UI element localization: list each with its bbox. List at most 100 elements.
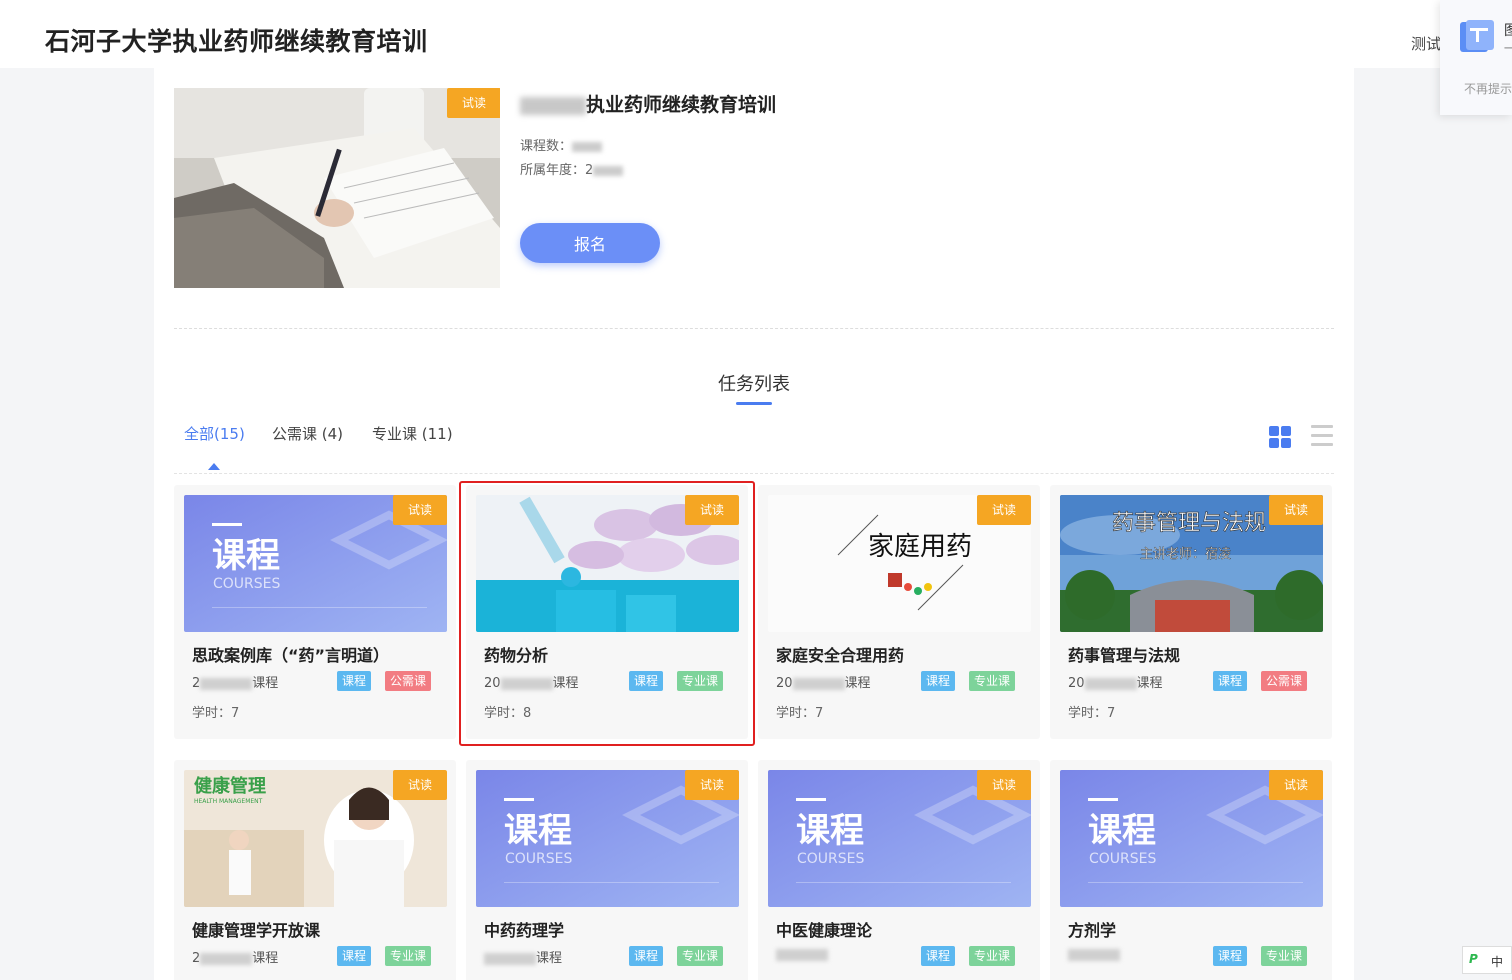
tag-badge: 专业课 <box>969 946 1016 966</box>
image-course-title: 健康管理 <box>194 775 266 797</box>
redacted-text <box>200 677 253 690</box>
top-bar: 石河子大学执业药师继续教育培训 测试 <box>0 0 1512 68</box>
redacted-text <box>1068 948 1120 961</box>
card-title[interactable]: 药事管理与法规 <box>1068 642 1180 666</box>
tag-badge: 课程 <box>629 946 664 966</box>
placeholder-text-cn: 课程 <box>504 811 572 851</box>
ime-indicator[interactable]: P 中 <box>1462 946 1512 974</box>
card-year: 2 课程 <box>192 676 279 691</box>
task-card[interactable]: 课程 COURSES 试读 思政案例库（“药”言明道） 2 课程 课程 公需课 学时… <box>174 485 456 739</box>
divider <box>174 328 1334 329</box>
card-hours: 学时：7 <box>192 706 240 721</box>
redacted-text <box>776 948 828 961</box>
task-card[interactable]: 家庭用药 试读 家庭安全合理用药 20 课程 课程 专业课 学时：7 <box>758 485 1040 739</box>
tag-badge: 课程 <box>337 946 372 966</box>
tag-badge: 专业课 <box>385 946 432 966</box>
card-year: 2 课程 <box>192 951 279 966</box>
section-underline <box>736 402 772 405</box>
tab-major[interactable]: 专业课 (11) <box>372 423 453 444</box>
card-title[interactable]: 健康管理学开放课 <box>192 917 320 941</box>
redacted-text <box>1084 677 1137 690</box>
notice-title: 图 <box>1504 23 1512 39</box>
tag-badge: 专业课 <box>1261 946 1308 966</box>
card-cover-image[interactable]: 课程 COURSES 试读 <box>184 495 447 632</box>
tag-badge: 专业课 <box>677 946 724 966</box>
course-year-label: 所属年度： <box>520 163 586 178</box>
card-cover-image[interactable]: 家庭用药 试读 <box>768 495 1031 632</box>
task-card[interactable]: 健康管理 HEALTH MANAGEMENT 试读 健康管理学开放课 2 课程 课… <box>174 760 456 980</box>
trial-badge: 试读 <box>685 770 739 800</box>
card-year: 20 课程 <box>776 676 871 691</box>
tag-badge: 公需课 <box>1261 671 1308 691</box>
card-year: 课程 <box>484 947 562 966</box>
folder-icon <box>1460 20 1494 52</box>
image-course-teacher: 主讲老师：宿凌 <box>1140 546 1231 562</box>
floating-notice[interactable]: 图 一 不再提示 <box>1440 0 1512 115</box>
redacted-text <box>520 96 586 115</box>
task-card[interactable]: 药事管理与法规 主讲老师：宿凌 试读 药事管理与法规 20 课程 课程 公需课 学时… <box>1050 485 1332 739</box>
trial-badge: 试读 <box>393 495 447 525</box>
card-title[interactable]: 思政案例库（“药”言明道） <box>192 642 389 666</box>
tag-badge: 课程 <box>921 671 956 691</box>
redacted-text <box>572 141 603 152</box>
placeholder-text-cn: 课程 <box>212 536 280 576</box>
task-card[interactable]: 课程 COURSES 试读 中药药理学 课程 课程 专业课 <box>466 760 748 980</box>
list-view-icon[interactable] <box>1311 425 1333 447</box>
ime-label: 中 <box>1491 955 1504 969</box>
tag-badge: 专业课 <box>969 671 1016 691</box>
enroll-button[interactable]: 报名 <box>520 223 660 263</box>
card-title[interactable]: 中医健康理论 <box>776 917 872 941</box>
tab-all[interactable]: 全部(15) <box>184 423 245 444</box>
tag-badge: 课程 <box>1213 946 1248 966</box>
tag-badge: 课程 <box>1213 671 1248 691</box>
card-title[interactable]: 中药药理学 <box>484 917 564 941</box>
ime-logo-icon: P <box>1469 952 1478 966</box>
course-title: 执业药师继续教育培训 <box>520 90 776 117</box>
user-menu[interactable]: 测试 <box>1411 33 1441 54</box>
course-count-label: 课程数： <box>520 139 573 154</box>
redacted-text <box>593 165 624 176</box>
course-cover-image: 试读 <box>174 88 500 288</box>
course-year: 所属年度：2 <box>520 159 624 178</box>
trial-badge: 试读 <box>447 88 500 118</box>
active-tab-indicator <box>208 463 220 470</box>
task-card[interactable]: 课程 COURSES 试读 中医健康理论 课程 专业课 <box>758 760 1040 980</box>
card-title[interactable]: 方剂学 <box>1068 917 1116 941</box>
trial-badge: 试读 <box>1269 770 1323 800</box>
card-hours: 学时：7 <box>1068 706 1116 721</box>
placeholder-text-cn: 课程 <box>796 811 864 851</box>
card-title[interactable]: 家庭安全合理用药 <box>776 642 904 666</box>
card-cover-image[interactable]: 药事管理与法规 主讲老师：宿凌 试读 <box>1060 495 1323 632</box>
family-image-title: 家庭用药 <box>868 532 972 562</box>
tab-public[interactable]: 公需课 (4) <box>272 423 343 444</box>
card-cover-image[interactable]: 课程 COURSES 试读 <box>1060 770 1323 907</box>
course-title-text: 执业药师继续教育培训 <box>586 94 777 116</box>
card-year <box>1068 947 1120 962</box>
site-title: 石河子大学执业药师继续教育培训 <box>45 27 428 56</box>
tag-badge: 课程 <box>337 671 372 691</box>
selection-highlight <box>459 481 755 746</box>
redacted-text <box>484 952 536 965</box>
image-course-title: 药事管理与法规 <box>1112 511 1266 536</box>
task-card[interactable]: 课程 COURSES 试读 方剂学 课程 专业课 <box>1050 760 1332 980</box>
card-cover-image[interactable]: 课程 COURSES 试读 <box>476 770 739 907</box>
card-year: 20 课程 <box>1068 676 1163 691</box>
card-year <box>776 947 828 962</box>
placeholder-text-en: COURSES <box>1089 851 1157 867</box>
tag-badge: 课程 <box>921 946 956 966</box>
notice-dismiss-link[interactable]: 不再提示 <box>1464 80 1512 97</box>
course-year-value: 2 <box>585 163 594 178</box>
trial-badge: 试读 <box>977 770 1031 800</box>
tag-badge: 公需课 <box>385 671 432 691</box>
trial-badge: 试读 <box>393 770 447 800</box>
card-cover-image[interactable]: 课程 COURSES 试读 <box>768 770 1031 907</box>
section-title: 任务列表 <box>718 374 790 395</box>
trial-badge: 试读 <box>977 495 1031 525</box>
trial-badge: 试读 <box>1269 495 1323 525</box>
divider <box>174 473 1334 474</box>
card-cover-image[interactable]: 健康管理 HEALTH MANAGEMENT 试读 <box>184 770 447 907</box>
grid-view-icon[interactable] <box>1269 426 1291 448</box>
redacted-text <box>200 952 253 965</box>
redacted-text <box>792 677 845 690</box>
placeholder-text-en: COURSES <box>213 576 281 592</box>
